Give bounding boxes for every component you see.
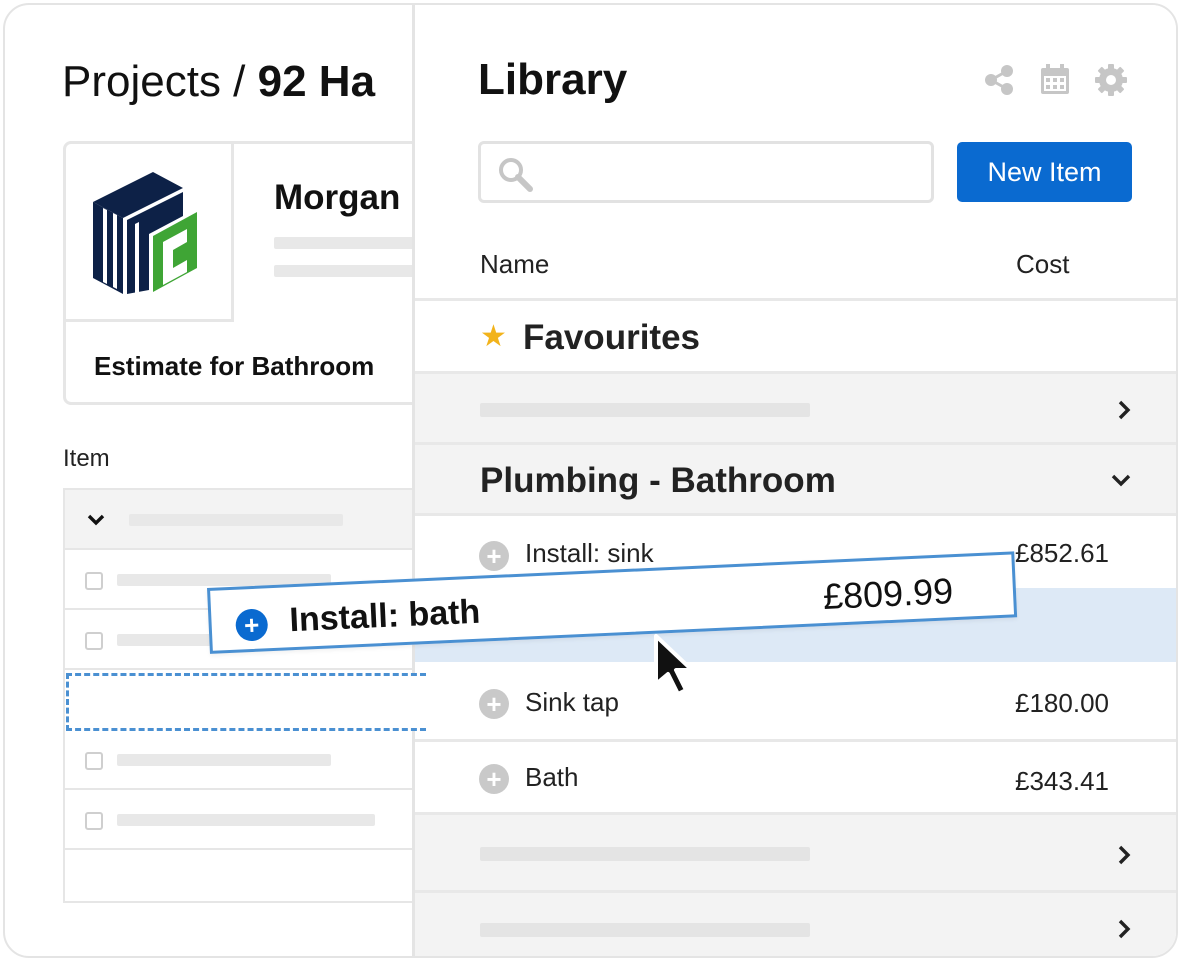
chevron-down-icon[interactable] [1109, 471, 1133, 489]
client-name: Morgan [274, 178, 401, 217]
placeholder-line [480, 923, 810, 937]
share-icon[interactable] [982, 63, 1016, 97]
add-icon[interactable]: + [479, 541, 509, 571]
library-item-cost: £180.00 [1015, 688, 1109, 718]
app-window: Projects / 92 Ha Morgan Estimate for Bat… [3, 3, 1178, 958]
column-header-cost[interactable]: Cost [1016, 249, 1069, 280]
library-toolbar [982, 63, 1128, 97]
library-item-cost: £343.41 [1015, 766, 1109, 796]
chevron-right-icon[interactable] [1115, 917, 1133, 941]
dragged-item-cost: £809.99 [822, 570, 954, 618]
library-item-name: Sink tap [525, 687, 619, 717]
library-category-row[interactable] [415, 890, 1176, 956]
add-icon[interactable]: + [479, 689, 509, 719]
item-column-label: Item [63, 445, 110, 472]
search-input[interactable] [541, 152, 921, 192]
placeholder-line [480, 847, 810, 861]
client-card: Morgan Estimate for Bathroom [63, 141, 454, 405]
favourites-header[interactable]: ★ Favourites [415, 298, 1176, 371]
chevron-right-icon[interactable] [1115, 398, 1133, 422]
library-item-name: Bath [525, 762, 579, 792]
client-logo [93, 172, 197, 294]
item-checkbox[interactable] [85, 752, 103, 770]
library-panel: Library New Item Name Cost ★ Favourites … [412, 5, 1176, 956]
library-item-name: Install: sink [525, 538, 654, 568]
library-search[interactable] [478, 141, 934, 203]
placeholder-line [117, 814, 375, 826]
favourites-label: Favourites [523, 318, 700, 357]
star-icon: ★ [480, 320, 507, 353]
dragged-item-name: Install: bath [288, 592, 482, 640]
placeholder-line [129, 514, 343, 526]
library-item-row[interactable]: + Sink tap £180.00 [415, 662, 1176, 739]
calendar-icon[interactable] [1038, 63, 1072, 97]
chevron-right-icon[interactable] [1115, 843, 1133, 867]
library-item-cost: £852.61 [1015, 538, 1109, 568]
item-row[interactable] [65, 790, 441, 850]
placeholder-line [480, 403, 810, 417]
breadcrumb-projects[interactable]: Projects / [62, 57, 245, 106]
search-icon [499, 158, 533, 192]
estimate-name: Estimate for Bathroom [94, 351, 375, 381]
item-checkbox[interactable] [85, 812, 103, 830]
placeholder-line [117, 754, 331, 766]
breadcrumb-current: 92 Ha [257, 57, 376, 106]
category-label: Plumbing - Bathroom [480, 461, 836, 500]
new-item-button[interactable]: New Item [957, 142, 1132, 202]
project-pane: Projects / 92 Ha Morgan Estimate for Bat… [5, 5, 454, 956]
library-title: Library [478, 55, 628, 104]
gear-icon[interactable] [1094, 63, 1128, 97]
mouse-cursor-icon [654, 634, 694, 696]
add-icon[interactable]: + [479, 764, 509, 794]
item-group-row[interactable] [65, 490, 441, 550]
add-icon[interactable]: + [235, 608, 269, 642]
library-category-row[interactable] [415, 371, 1176, 442]
category-plumbing-bathroom[interactable]: Plumbing - Bathroom [415, 442, 1176, 513]
item-checkbox[interactable] [85, 572, 103, 590]
column-header-name[interactable]: Name [480, 249, 549, 280]
chevron-down-icon[interactable] [85, 509, 107, 531]
drop-target[interactable] [66, 673, 426, 731]
library-item-row[interactable]: + Bath £343.41 [415, 739, 1176, 812]
page-title: Projects / 92 Ha [62, 57, 375, 107]
item-row[interactable] [65, 730, 441, 790]
client-logo-cell [66, 144, 234, 322]
item-checkbox[interactable] [85, 632, 103, 650]
library-category-row[interactable] [415, 812, 1176, 890]
